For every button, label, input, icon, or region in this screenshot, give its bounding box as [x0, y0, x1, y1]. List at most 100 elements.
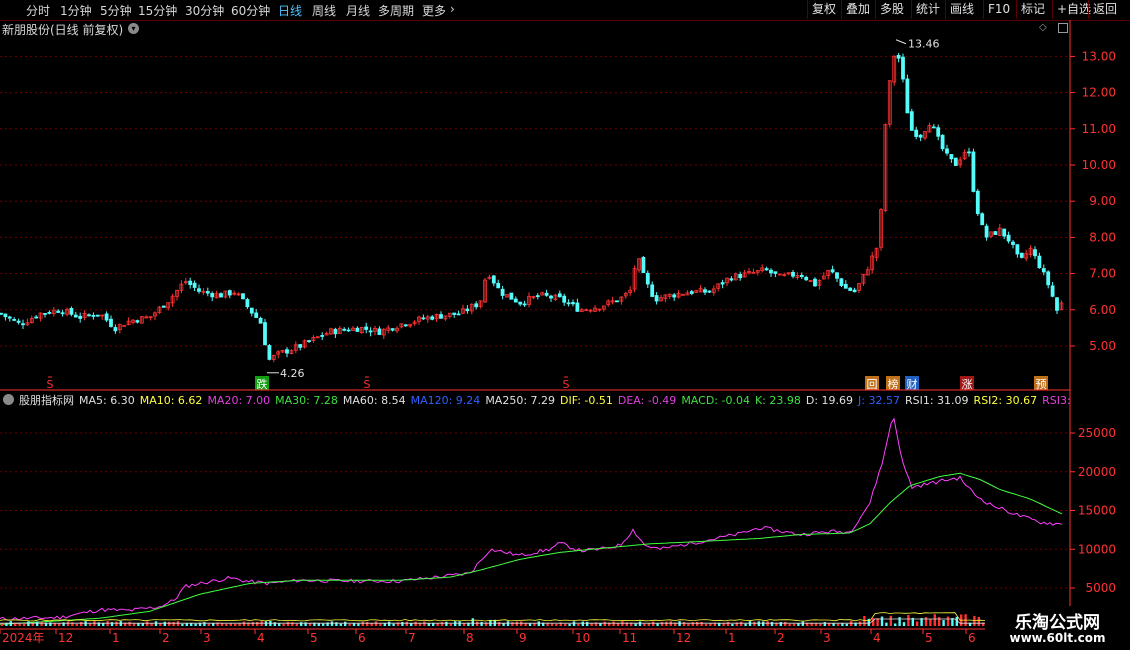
- price-tick-label: 7.00: [1089, 267, 1116, 281]
- candle-body: [852, 289, 857, 293]
- candle-body: [34, 316, 39, 319]
- candle-body: [1019, 252, 1024, 258]
- volume-bar: [942, 620, 945, 626]
- volume-bar: [234, 623, 237, 626]
- volume-bar: [440, 621, 444, 626]
- volume-bar: [823, 622, 826, 626]
- x-axis-label: 3: [203, 631, 211, 645]
- candle-body: [364, 326, 369, 330]
- candle-body: [210, 293, 215, 298]
- indicator-value-14: RSI2: 30.67: [973, 394, 1038, 406]
- price-tick-label: 11.00: [1082, 122, 1116, 136]
- x-axis-label: 11: [622, 631, 637, 645]
- volume-bar: [814, 623, 818, 626]
- x-axis-label: 10: [575, 631, 590, 645]
- volume-bar: [168, 621, 171, 626]
- candle-body: [60, 312, 65, 315]
- candle-body: [113, 327, 118, 332]
- volume-bar: [291, 622, 294, 626]
- candle-body: [896, 54, 901, 59]
- watermark-title: 乐淘公式网: [1015, 613, 1100, 633]
- event-marker: 涨: [962, 378, 973, 391]
- volume-bar: [242, 621, 246, 626]
- candle-body: [263, 322, 267, 346]
- volume-bar: [603, 621, 606, 626]
- candle-body: [839, 278, 844, 286]
- volume-bar: [357, 623, 360, 626]
- candle-body: [773, 271, 778, 274]
- volume-bar: [938, 617, 941, 626]
- volume-bar: [612, 621, 615, 626]
- volume-bar: [194, 623, 197, 626]
- indicator-axis-ticks: 25000 20000 15000 10000 5000: [1070, 426, 1116, 595]
- event-marker: 回: [867, 378, 878, 391]
- price-tick-label: 12.00: [1082, 86, 1116, 100]
- candle-body: [95, 314, 100, 317]
- candle-body: [980, 213, 985, 226]
- candle-body: [241, 293, 245, 300]
- volume-bar: [286, 621, 290, 626]
- chart-canvas[interactable]: 13.46 4.26 13.00 12.00 11.00 10.00 9.00 8.00 7.…: [0, 0, 1130, 650]
- candle-body: [285, 349, 289, 354]
- volume-bar: [832, 623, 835, 626]
- volume-bar: [898, 617, 901, 626]
- volume-bar: [916, 621, 919, 626]
- volume-ma-line: [0, 612, 1061, 622]
- volume-bars: [0, 612, 1064, 626]
- volume-bar: [401, 621, 404, 626]
- indicator-value-2: MA20: 7.00: [207, 394, 271, 406]
- indicator-value-15: RSI3: 35: [1042, 394, 1070, 406]
- price-tick-label: 9.00: [1089, 194, 1116, 208]
- candle-body: [320, 335, 325, 337]
- volume-bar: [154, 621, 158, 626]
- candle-body: [0, 312, 3, 315]
- watermark: 乐淘公式网 www.60lt.com: [985, 606, 1130, 650]
- volume-bar: [880, 616, 884, 626]
- magenta-line: [0, 417, 1063, 621]
- volume-bar: [586, 621, 589, 626]
- candle-body: [7, 316, 12, 319]
- candle-body: [791, 271, 795, 277]
- candle-body: [804, 276, 809, 281]
- volume-bar: [858, 621, 862, 626]
- x-axis-label: 6: [968, 631, 976, 645]
- volume-bar: [348, 623, 351, 626]
- candle-body: [91, 314, 96, 317]
- indicator-value-13: RSI1: 31.09: [904, 394, 969, 406]
- high-price-label: 13.46: [908, 38, 940, 51]
- volume-bar: [797, 623, 800, 626]
- x-axis-label: 8: [466, 631, 474, 645]
- volume-bar: [88, 623, 92, 626]
- volume-bar: [577, 623, 580, 626]
- volume-bar: [361, 621, 364, 626]
- indicator-menu-icon[interactable]: [3, 394, 14, 405]
- volume-bar: [564, 623, 567, 626]
- candle-body: [949, 154, 954, 160]
- volume-bar: [458, 621, 461, 626]
- x-axis-label: 9: [519, 631, 527, 645]
- volume-bar: [388, 621, 391, 626]
- candle-body: [984, 225, 989, 238]
- candle-body: [43, 313, 47, 315]
- indicator-value-3: MA30: 7.28: [275, 394, 338, 406]
- candle-body: [615, 300, 619, 303]
- volume-bar: [731, 623, 734, 626]
- event-marker: 预: [1036, 378, 1047, 391]
- x-axis-label: 1: [728, 631, 736, 645]
- candle-body: [549, 295, 553, 299]
- x-axis-label: 5: [310, 631, 318, 645]
- indicator-tick-label: 20000: [1078, 465, 1116, 479]
- volume-bar: [625, 622, 628, 626]
- volume-bar: [480, 621, 483, 626]
- volume-bar: [295, 623, 298, 626]
- candle-body: [513, 298, 518, 303]
- volume-bar: [779, 622, 782, 626]
- candle-body: [219, 293, 223, 298]
- volume-bar: [75, 623, 78, 626]
- indicator-value-7: DIF: -0.51: [560, 394, 613, 406]
- volume-bar: [819, 623, 822, 626]
- candle-body: [813, 278, 817, 287]
- candle-body: [245, 299, 250, 308]
- volume-bar: [379, 623, 382, 626]
- price-tick-label: 6.00: [1089, 303, 1116, 317]
